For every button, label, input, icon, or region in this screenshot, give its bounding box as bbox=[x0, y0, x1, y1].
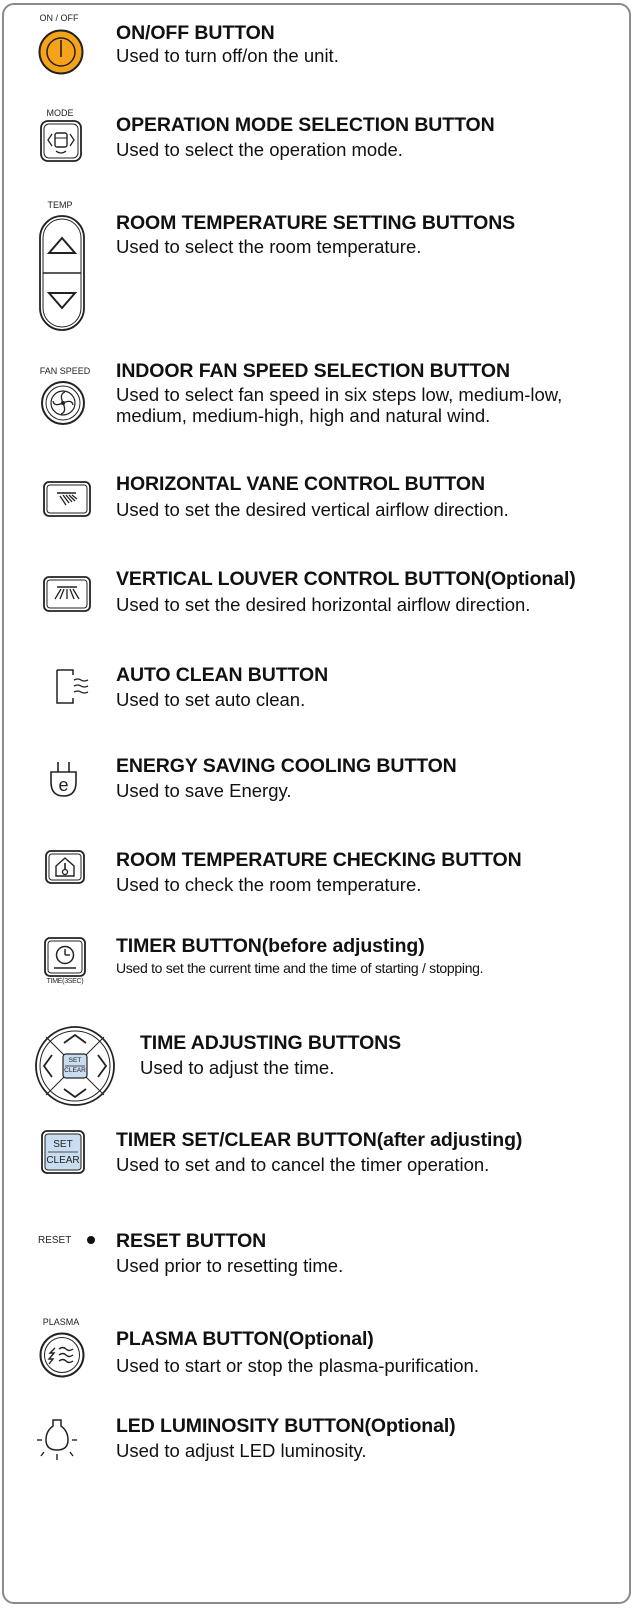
reset-title: RESET BUTTON bbox=[116, 1230, 267, 1252]
time-adjust-desc: Used to adjust the time. bbox=[140, 1057, 335, 1078]
vane-desc: Used to set the desired vertical airflow… bbox=[116, 499, 509, 520]
temp-check-title: ROOM TEMPERATURE CHECKING BUTTON bbox=[116, 849, 522, 871]
vane-title: HORIZONTAL VANE CONTROL BUTTON bbox=[116, 473, 485, 495]
time-adjust-title: TIME ADJUSTING BUTTONS bbox=[140, 1032, 402, 1054]
timer-label: TIME(3SEC) bbox=[46, 978, 84, 985]
btn-clear-label: CLEAR bbox=[46, 1155, 80, 1166]
temp-desc: Used to select the room temperature. bbox=[116, 236, 422, 257]
set-clear-icon[interactable] bbox=[41, 1130, 85, 1174]
reset-label: RESET bbox=[38, 1235, 72, 1246]
energy-desc: Used to save Energy. bbox=[116, 780, 292, 801]
auto-clean-desc: Used to set auto clean. bbox=[116, 689, 306, 710]
auto-clean-title: AUTO CLEAN BUTTON bbox=[116, 664, 329, 686]
energy-saving-icon[interactable]: e bbox=[48, 760, 80, 800]
louver-desc: Used to set the desired horizontal airfl… bbox=[116, 594, 531, 615]
btn-set-label: SET bbox=[53, 1139, 73, 1150]
plasma-title: PLASMA BUTTON(Optional) bbox=[116, 1328, 374, 1350]
timer-title: TIMER BUTTON(before adjusting) bbox=[116, 935, 425, 957]
temp-check-desc: Used to check the room temperature. bbox=[116, 874, 422, 895]
louver-title: VERTICAL LOUVER CONTROL BUTTON(Optional) bbox=[116, 568, 576, 590]
fan-label: FAN SPEED bbox=[39, 366, 91, 376]
vane-icon[interactable] bbox=[43, 481, 91, 517]
onoff-label: ON / OFF bbox=[39, 13, 79, 23]
thermometer-house-icon[interactable] bbox=[45, 850, 85, 884]
auto-clean-icon[interactable] bbox=[53, 667, 93, 707]
temp-label: TEMP bbox=[47, 200, 73, 210]
direction-pad-icon[interactable] bbox=[34, 1025, 116, 1107]
plasma-label: PLASMA bbox=[42, 1317, 80, 1327]
fan-title: INDOOR FAN SPEED SELECTION BUTTON bbox=[116, 360, 510, 382]
timer-desc: Used to set the current time and the tim… bbox=[116, 960, 484, 976]
power-icon[interactable] bbox=[38, 29, 84, 75]
mode-title: OPERATION MODE SELECTION BUTTON bbox=[116, 114, 495, 136]
louver-icon[interactable] bbox=[43, 576, 91, 612]
temp-up-down-icon[interactable] bbox=[39, 215, 85, 331]
bulb-icon[interactable] bbox=[36, 1418, 78, 1462]
onoff-title: ON/OFF BUTTON bbox=[116, 22, 275, 44]
reset-desc: Used prior to resetting time. bbox=[116, 1255, 344, 1276]
clock-icon[interactable] bbox=[44, 937, 86, 977]
reset-dot-icon[interactable] bbox=[86, 1235, 96, 1245]
set-clear-desc: Used to set and to cancel the timer oper… bbox=[116, 1154, 490, 1175]
onoff-desc: Used to turn off/on the unit. bbox=[116, 45, 339, 66]
svg-text:e: e bbox=[58, 775, 68, 795]
mode-label: MODE bbox=[46, 108, 74, 118]
pad-set-label: SET bbox=[68, 1057, 82, 1064]
led-desc: Used to adjust LED luminosity. bbox=[116, 1440, 367, 1461]
mode-desc: Used to select the operation mode. bbox=[116, 139, 403, 160]
plasma-icon[interactable] bbox=[39, 1332, 85, 1378]
temp-title: ROOM TEMPERATURE SETTING BUTTONS bbox=[116, 212, 516, 234]
led-title: LED LUMINOSITY BUTTON(Optional) bbox=[116, 1415, 456, 1437]
set-clear-title: TIMER SET/CLEAR BUTTON(after adjusting) bbox=[116, 1129, 523, 1151]
fan-icon[interactable] bbox=[41, 381, 85, 425]
energy-title: ENERGY SAVING COOLING BUTTON bbox=[116, 755, 457, 777]
mode-icon[interactable] bbox=[40, 120, 82, 162]
plasma-desc: Used to start or stop the plasma-purific… bbox=[116, 1355, 479, 1376]
fan-desc: Used to select fan speed in six steps lo… bbox=[116, 384, 563, 405]
pad-clear-label: CLEAR bbox=[64, 1067, 86, 1074]
fan-desc-2: medium, medium-high, high and natural wi… bbox=[116, 405, 491, 426]
